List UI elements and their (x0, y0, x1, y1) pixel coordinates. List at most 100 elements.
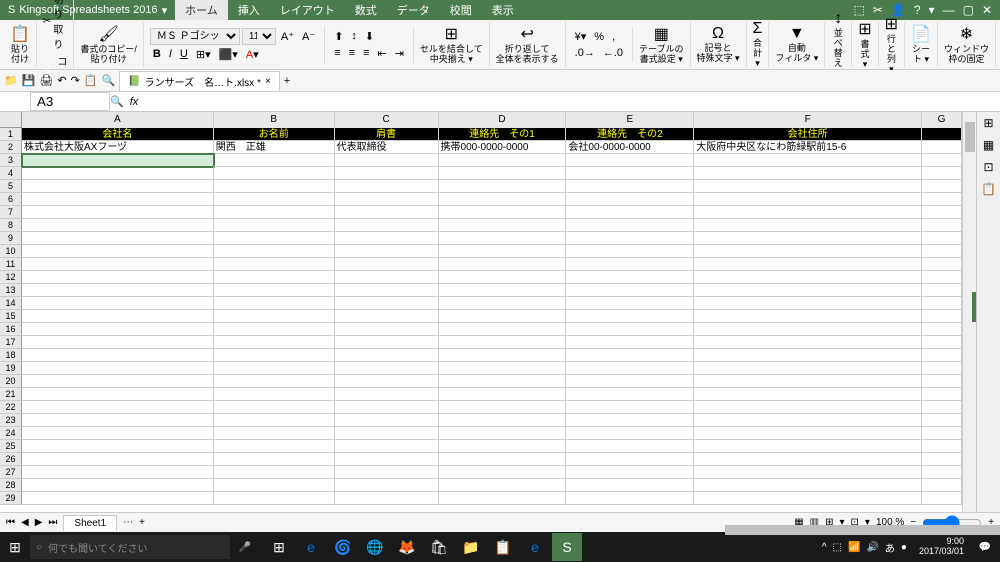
kingsoft-icon[interactable]: S (552, 533, 582, 561)
cell[interactable] (566, 375, 694, 388)
font-size-select[interactable]: 11 (242, 28, 276, 45)
cell[interactable] (335, 414, 439, 427)
col-header-c[interactable]: C (335, 112, 439, 128)
qat-undo-icon[interactable]: ↶ (57, 74, 66, 87)
cell[interactable] (922, 427, 962, 440)
cell[interactable] (439, 362, 567, 375)
dropdown-icon[interactable]: ▾ (162, 4, 168, 17)
cell[interactable] (335, 466, 439, 479)
col-header-g[interactable]: G (922, 112, 962, 128)
cell[interactable] (439, 245, 567, 258)
indent-increase-icon[interactable]: ⇥ (392, 46, 407, 61)
cell[interactable] (22, 232, 214, 245)
cell[interactable] (22, 375, 214, 388)
cell[interactable] (694, 401, 922, 414)
ie-icon[interactable]: e (520, 533, 550, 561)
cell[interactable] (22, 180, 214, 193)
cell[interactable] (22, 349, 214, 362)
underline-button[interactable]: U (177, 47, 191, 61)
cell[interactable] (214, 154, 335, 167)
cell[interactable] (694, 245, 922, 258)
increase-font-icon[interactable]: A⁺ (278, 29, 297, 44)
cell[interactable] (439, 349, 567, 362)
panel-icon-1[interactable]: ⊞ (983, 116, 993, 130)
cell[interactable] (22, 206, 214, 219)
cell[interactable] (439, 154, 567, 167)
row-header[interactable]: 9 (0, 232, 22, 245)
cell[interactable]: 会社名 (22, 128, 214, 141)
cell[interactable] (922, 310, 962, 323)
cell[interactable] (335, 271, 439, 284)
col-header-f[interactable]: F (694, 112, 922, 128)
cell[interactable] (214, 349, 335, 362)
col-header-b[interactable]: B (214, 112, 335, 128)
cell[interactable] (335, 219, 439, 232)
cell[interactable] (22, 401, 214, 414)
cell[interactable] (566, 271, 694, 284)
cell[interactable] (214, 323, 335, 336)
cell[interactable] (922, 440, 962, 453)
cell[interactable] (22, 492, 214, 505)
add-sheet-icon[interactable]: + (139, 517, 145, 528)
close-icon[interactable]: ✕ (982, 3, 992, 17)
row-header[interactable]: 19 (0, 362, 22, 375)
row-header[interactable]: 28 (0, 479, 22, 492)
cell[interactable]: 連絡先 その1 (439, 128, 567, 141)
tab-formula[interactable]: 数式 (345, 0, 387, 21)
cell[interactable] (566, 154, 694, 167)
cell[interactable] (214, 336, 335, 349)
cell[interactable] (214, 479, 335, 492)
row-header[interactable]: 24 (0, 427, 22, 440)
cell[interactable] (22, 414, 214, 427)
col-header-a[interactable]: A (22, 112, 214, 128)
sheet-button[interactable]: 📄 シート ▾ (905, 22, 938, 67)
align-center-icon[interactable]: ≡ (346, 46, 358, 60)
tray-up-icon[interactable]: ^ (822, 542, 827, 553)
cell[interactable] (439, 297, 567, 310)
cell[interactable] (214, 206, 335, 219)
align-bottom-icon[interactable]: ⬇ (362, 29, 377, 44)
cell[interactable] (694, 323, 922, 336)
cell[interactable] (694, 271, 922, 284)
fill-color-button[interactable]: ⬛▾ (216, 47, 241, 62)
cell[interactable]: 肩書 (335, 128, 439, 141)
cell[interactable] (566, 232, 694, 245)
cell[interactable] (22, 258, 214, 271)
cell[interactable] (566, 284, 694, 297)
sheet-nav-next-icon[interactable]: ▶ (33, 517, 45, 528)
cell[interactable] (214, 297, 335, 310)
row-header[interactable]: 4 (0, 167, 22, 180)
cell[interactable] (922, 141, 962, 154)
cell[interactable] (335, 297, 439, 310)
cell[interactable] (214, 362, 335, 375)
cell[interactable] (566, 388, 694, 401)
hscroll-thumb[interactable] (725, 525, 1000, 535)
cell[interactable] (22, 310, 214, 323)
symbol-button[interactable]: Ω 記号と 特殊文字 ▾ (691, 22, 747, 67)
cell[interactable] (566, 427, 694, 440)
cell[interactable] (22, 154, 214, 167)
cell[interactable] (566, 466, 694, 479)
italic-button[interactable]: I (166, 47, 175, 61)
increase-decimal-icon[interactable]: .0→ (572, 46, 598, 60)
cell[interactable] (694, 414, 922, 427)
maximize-icon[interactable]: ▢ (963, 3, 974, 17)
qat-save-icon[interactable]: 💾 (22, 74, 36, 87)
cell[interactable] (335, 258, 439, 271)
freeze-button[interactable]: ❄ ウィンドウ 枠の固定 (938, 22, 996, 67)
cell[interactable] (922, 388, 962, 401)
wrap-button[interactable]: ↩ 折り返して 全体を表示する (490, 22, 566, 67)
format-button[interactable]: ⊞ 書式 ▾ (852, 22, 878, 67)
row-header[interactable]: 7 (0, 206, 22, 219)
cell[interactable] (335, 427, 439, 440)
fx-label[interactable]: fx (124, 96, 145, 108)
cell[interactable] (22, 284, 214, 297)
cell[interactable] (214, 492, 335, 505)
minimize-icon[interactable]: — (943, 3, 955, 17)
cell[interactable] (922, 180, 962, 193)
explorer-icon[interactable]: 📁 (456, 533, 486, 561)
row-header[interactable]: 2 (0, 141, 22, 154)
cell[interactable] (214, 375, 335, 388)
cell[interactable] (922, 466, 962, 479)
row-header[interactable]: 11 (0, 258, 22, 271)
